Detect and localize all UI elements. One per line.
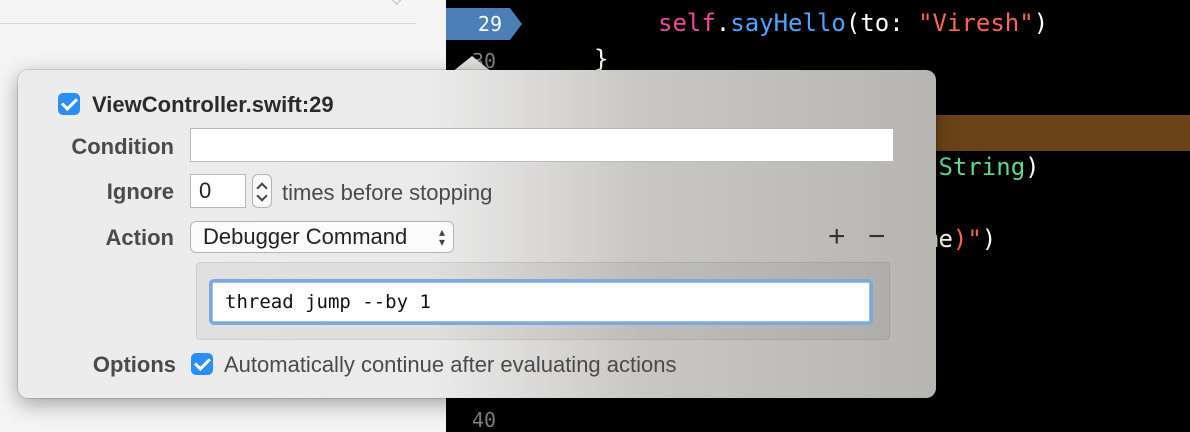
code-paren: ) bbox=[1025, 153, 1040, 181]
options-label: Options bbox=[92, 352, 176, 377]
code-paren: ) bbox=[981, 225, 997, 253]
navigator-divider bbox=[0, 23, 416, 24]
condition-input[interactable] bbox=[190, 128, 894, 162]
breakpoint-title: ViewController.swift:29 bbox=[92, 92, 334, 117]
auto-continue-checkbox[interactable] bbox=[191, 353, 213, 375]
auto-continue-label: Automatically continue after evaluating … bbox=[224, 352, 677, 377]
updown-chevron-icon: ▴ ▾ bbox=[438, 225, 445, 249]
ignore-count-stepper[interactable] bbox=[252, 174, 272, 208]
code-string: "Viresh" bbox=[918, 9, 1034, 37]
action-type-popup[interactable]: Debugger Command ▴ ▾ bbox=[190, 221, 454, 253]
code-dot: . bbox=[715, 9, 731, 37]
debugger-command-input[interactable]: thread jump --by 1 bbox=[212, 282, 870, 322]
code-args: (to: bbox=[845, 9, 919, 37]
code-keyword: self bbox=[658, 9, 716, 37]
ignore-count-input[interactable]: 0 bbox=[190, 174, 246, 208]
navigator-disclosure bbox=[390, 0, 403, 5]
condition-label: Condition bbox=[71, 134, 174, 159]
add-action-button[interactable]: + bbox=[828, 222, 846, 252]
ignore-suffix: times before stopping bbox=[282, 180, 493, 205]
breakpoint-enabled-checkbox[interactable] bbox=[58, 93, 80, 115]
breakpoint-marker[interactable]: 29 bbox=[446, 8, 522, 40]
code-line-29: self.sayHello(to: "Viresh") bbox=[658, 8, 1048, 38]
stepper-down-icon[interactable] bbox=[256, 190, 268, 202]
code-line-func: :String) bbox=[924, 152, 1040, 182]
remove-action-button[interactable]: − bbox=[868, 222, 886, 252]
action-label: Action bbox=[105, 225, 174, 250]
code-string: ) bbox=[952, 225, 968, 253]
code-paren: ) bbox=[1033, 9, 1049, 37]
code-string: " bbox=[967, 225, 982, 253]
line-number: 40 bbox=[472, 408, 497, 432]
code-function: sayHello bbox=[730, 9, 846, 37]
action-type-value: Debugger Command bbox=[203, 224, 408, 249]
code-type: String bbox=[938, 153, 1026, 181]
ignore-label: Ignore bbox=[106, 179, 174, 204]
